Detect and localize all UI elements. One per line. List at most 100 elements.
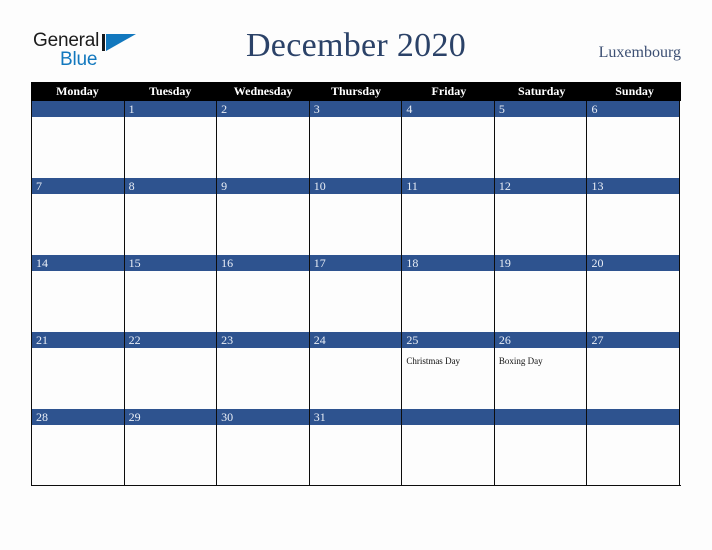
day-cell[interactable]: 9: [217, 178, 310, 255]
day-cell[interactable]: 14: [32, 255, 125, 332]
day-cell[interactable]: 16: [217, 255, 310, 332]
day-number-banner: 26: [494, 332, 587, 348]
day-number-banner: 9: [217, 178, 309, 194]
day-cell[interactable]: 18: [402, 255, 495, 332]
day-events: [310, 271, 402, 274]
weekday-header-tuesday: Tuesday: [149, 84, 192, 98]
day-events: [495, 425, 587, 428]
day-number: 8: [128, 179, 135, 193]
day-cell[interactable]: 24: [309, 332, 403, 409]
day-events: [402, 194, 494, 197]
day-cell[interactable]: 8: [124, 178, 218, 255]
day-events: [125, 425, 217, 428]
day-number-banner: 16: [217, 255, 309, 271]
day-events: Boxing Day: [495, 348, 587, 369]
day-number: 9: [221, 179, 228, 193]
day-number: 24: [313, 333, 326, 347]
day-cell[interactable]: 3: [309, 101, 403, 178]
day-number-banner: [402, 409, 494, 425]
day-number-banner: 20: [587, 255, 680, 271]
day-cell[interactable]: 2: [217, 101, 310, 178]
weekday-header-sunday: Sunday: [615, 84, 654, 98]
day-events: [587, 348, 679, 351]
day-number-banner: 21: [32, 332, 124, 348]
day-cell[interactable]: [402, 409, 495, 485]
day-cell[interactable]: 28: [32, 409, 125, 485]
day-number-banner: [587, 409, 680, 425]
day-number: 22: [128, 333, 141, 347]
day-number-banner: 27: [587, 332, 680, 348]
day-cell[interactable]: 7: [32, 178, 125, 255]
day-number-banner: 19: [494, 255, 587, 271]
day-events: [402, 425, 494, 428]
day-cell[interactable]: 11: [402, 178, 495, 255]
day-number: 17: [313, 256, 326, 270]
day-events: [495, 194, 587, 197]
day-events: [587, 117, 679, 120]
day-events: [402, 271, 494, 274]
day-number-banner: 30: [217, 409, 309, 425]
day-cell[interactable]: 31: [309, 409, 403, 485]
day-events: [310, 425, 402, 428]
day-number-banner: 22: [124, 332, 217, 348]
day-cell[interactable]: [494, 409, 588, 485]
day-cell[interactable]: 12: [494, 178, 588, 255]
day-number-banner: 25: [402, 332, 494, 348]
day-cell[interactable]: 4: [402, 101, 495, 178]
day-events: [495, 117, 587, 120]
day-number: 28: [36, 410, 48, 424]
day-events: [310, 348, 402, 351]
day-cell[interactable]: 21: [32, 332, 125, 409]
day-cell[interactable]: 5: [494, 101, 588, 178]
day-events: [587, 194, 679, 197]
day-events: [125, 271, 217, 274]
calendar-page: General Blue December 2020 Luxembourg Mo…: [0, 0, 712, 550]
day-cell[interactable]: 10: [309, 178, 403, 255]
day-number-banner: 17: [309, 255, 402, 271]
day-number: 20: [591, 256, 604, 270]
day-cell[interactable]: 27: [587, 332, 681, 409]
day-number: 4: [406, 102, 413, 116]
page-header: General Blue December 2020 Luxembourg: [0, 0, 712, 80]
day-events: [125, 117, 217, 120]
day-cell[interactable]: 13: [587, 178, 681, 255]
calendar-grid: Monday Tuesday Wednesday Thursday Friday…: [31, 82, 681, 486]
day-number: 19: [498, 256, 511, 270]
day-cell[interactable]: 1: [124, 101, 218, 178]
day-events: [125, 348, 217, 351]
weekday-header-wednesday: Wednesday: [233, 84, 293, 98]
day-number-banner: 28: [32, 409, 124, 425]
day-cell[interactable]: 22: [124, 332, 218, 409]
day-cell[interactable]: 23: [217, 332, 310, 409]
day-number: 25: [406, 333, 419, 347]
day-cell[interactable]: 29: [124, 409, 218, 485]
day-events: [32, 271, 124, 274]
day-cell[interactable]: 30: [217, 409, 310, 485]
day-cell[interactable]: [587, 409, 681, 485]
day-cell[interactable]: 19: [494, 255, 588, 332]
day-number: 26: [498, 333, 511, 347]
day-cell[interactable]: 6: [587, 101, 681, 178]
day-number-banner: 13: [587, 178, 680, 194]
weekday-header-saturday: Saturday: [518, 84, 566, 98]
country-label: Luxembourg: [598, 44, 681, 61]
day-cell[interactable]: 20: [587, 255, 681, 332]
day-number-banner: 1: [124, 101, 217, 117]
day-events: Christmas Day: [402, 348, 494, 369]
day-cell[interactable]: 26 Boxing Day: [494, 332, 588, 409]
day-number-banner: 2: [217, 101, 309, 117]
day-events: [217, 194, 309, 197]
day-cell[interactable]: 15: [124, 255, 218, 332]
day-number-banner: 4: [402, 101, 494, 117]
day-cell[interactable]: 25 Christmas Day: [402, 332, 495, 409]
day-number: 7: [36, 179, 42, 193]
day-number: 16: [221, 256, 234, 270]
day-cell[interactable]: [32, 101, 125, 178]
day-events: [32, 348, 124, 351]
day-number: 13: [591, 179, 604, 193]
day-number: 12: [498, 179, 511, 193]
day-number: 30: [221, 410, 234, 424]
day-number-banner: 24: [309, 332, 402, 348]
day-events: [125, 194, 217, 197]
day-cell[interactable]: 17: [309, 255, 403, 332]
